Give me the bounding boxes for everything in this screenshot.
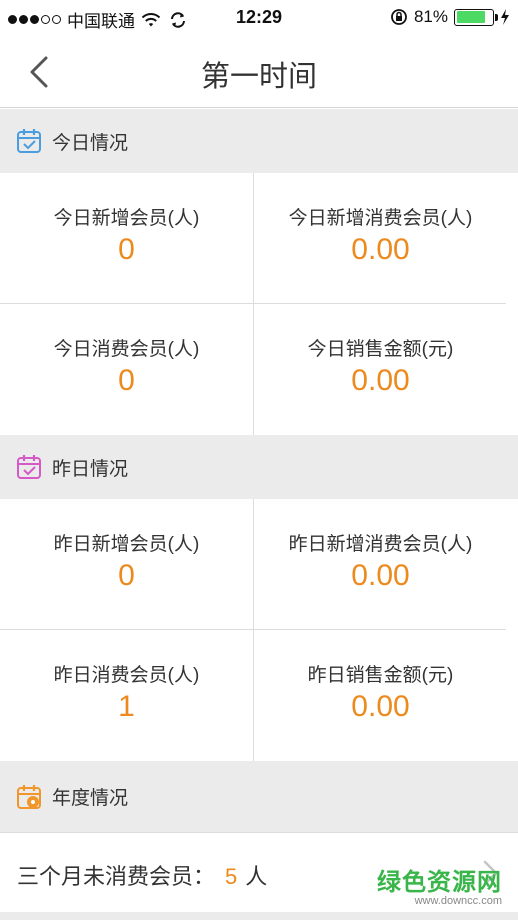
calendar-check-icon — [17, 455, 41, 479]
section-header-today: 今日情况 — [0, 109, 518, 173]
stat-label: 昨日消费会员(人) — [53, 665, 200, 686]
section-header-year: 年度情况 — [0, 761, 518, 832]
stat-cell-today-consuming-members[interactable]: 今日消费会员(人) 0 — [0, 304, 253, 434]
stat-cell-today-new-members[interactable]: 今日新增会员(人) 0 — [0, 173, 253, 303]
section-title: 昨日情况 — [52, 458, 129, 480]
stat-cell-today-new-consuming-members[interactable]: 今日新增消费会员(人) 0.00 — [254, 173, 507, 303]
watermark-main: 绿色资源网 — [377, 869, 502, 896]
stat-value: 0 — [118, 364, 135, 397]
stat-cell-yesterday-new-members[interactable]: 昨日新增会员(人) 0 — [0, 499, 253, 629]
stat-cell-today-sales-amount[interactable]: 今日销售金额(元) 0.00 — [254, 304, 507, 434]
stat-label: 昨日销售金额(元) — [307, 665, 454, 686]
calendar-alert-icon — [17, 784, 41, 809]
divider — [253, 173, 254, 435]
inactive-members-text: 三个月未消费会员： 5 人 — [17, 859, 267, 891]
charging-bolt-icon — [501, 9, 509, 25]
bottom-strip — [0, 912, 518, 920]
section-title: 今日情况 — [52, 132, 129, 154]
stat-cell-yesterday-sales-amount[interactable]: 昨日销售金额(元) 0.00 — [254, 630, 507, 760]
stat-label: 今日消费会员(人) — [53, 339, 200, 360]
section-header-yesterday: 昨日情况 — [0, 435, 518, 499]
stat-value: 0.00 — [351, 364, 410, 397]
divider — [253, 499, 254, 761]
calendar-check-icon — [17, 129, 41, 153]
inactive-members-unit: 人 — [245, 864, 268, 889]
nav-bar: 第一时间 — [0, 36, 518, 108]
section-title: 年度情况 — [52, 788, 129, 809]
battery-icon — [454, 8, 498, 26]
today-stats-grid: 今日新增会员(人) 0 今日新增消费会员(人) 0.00 今日消费会员(人) 0… — [0, 173, 518, 435]
status-right: 81% — [390, 7, 510, 27]
battery-percent: 81% — [413, 7, 448, 26]
stat-label: 昨日新增会员(人) — [53, 534, 200, 555]
stat-value: 0.00 — [351, 559, 410, 592]
yesterday-stats-grid: 昨日新增会员(人) 0 昨日新增消费会员(人) 0.00 昨日消费会员(人) 1… — [0, 499, 518, 761]
stat-label: 今日新增消费会员(人) — [288, 208, 473, 229]
stat-value: 0 — [118, 559, 135, 592]
stat-value: 0.00 — [351, 690, 410, 723]
stat-cell-yesterday-consuming-members[interactable]: 昨日消费会员(人) 1 — [0, 630, 253, 760]
stat-value: 1 — [118, 690, 135, 723]
stat-cell-yesterday-new-consuming-members[interactable]: 昨日新增消费会员(人) 0.00 — [254, 499, 507, 629]
stat-label: 今日新增会员(人) — [53, 208, 200, 229]
stat-value: 0 — [118, 233, 135, 266]
stat-label: 昨日新增消费会员(人) — [288, 534, 473, 555]
stat-label: 今日销售金额(元) — [307, 339, 454, 360]
inactive-members-count: 5 — [225, 864, 238, 889]
status-bar: 中国联通 12:29 81% — [0, 0, 518, 36]
rotation-lock-icon — [391, 9, 407, 25]
page-title: 第一时间 — [200, 61, 317, 93]
watermark-logo: 绿色资源网 www.downcc.com — [377, 862, 502, 907]
stat-value: 0.00 — [351, 233, 410, 266]
inactive-members-label: 三个月未消费会员： — [17, 864, 216, 889]
